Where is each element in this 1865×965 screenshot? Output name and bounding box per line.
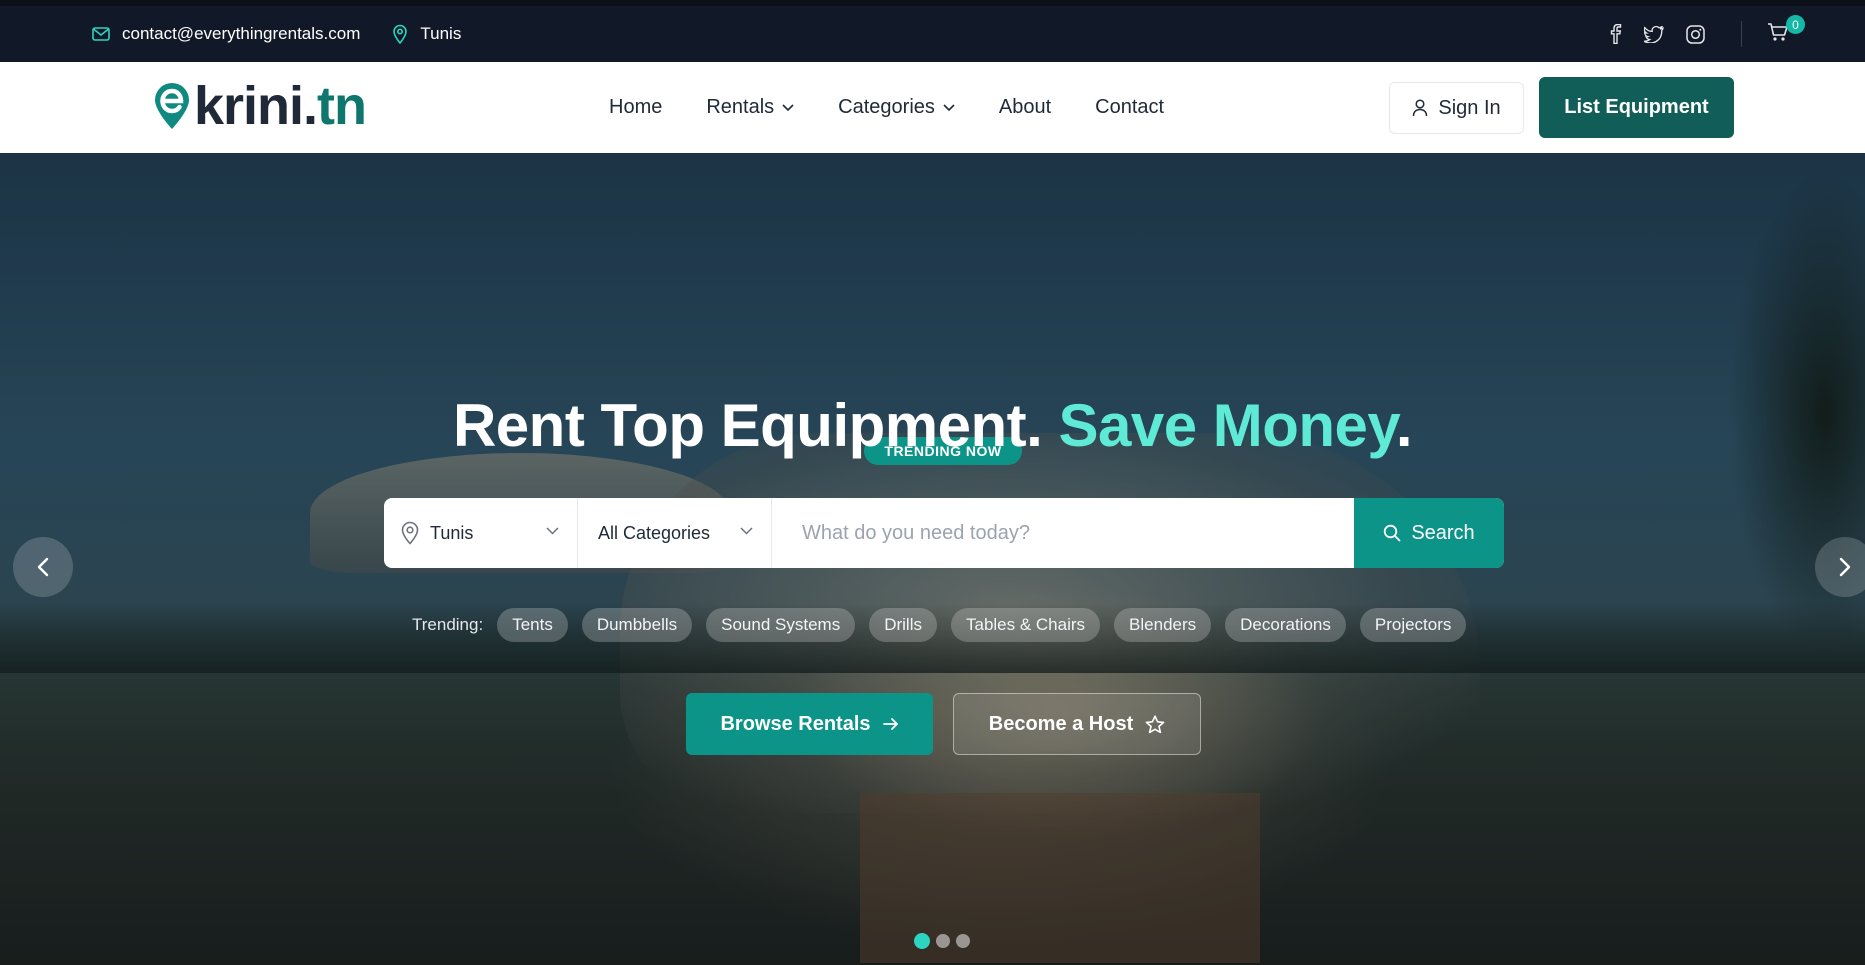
list-equipment-label: List Equipment: [1564, 96, 1709, 118]
sign-in-button[interactable]: Sign In: [1389, 82, 1524, 134]
chevron-down-icon: [782, 103, 794, 111]
primary-nav: Home Rentals Categories About Contact: [609, 62, 1164, 153]
instagram-icon[interactable]: [1686, 24, 1705, 44]
location-info: Tunis: [392, 24, 461, 44]
trending-chip[interactable]: Drills: [869, 608, 937, 642]
star-icon: [1145, 714, 1165, 733]
browse-rentals-button[interactable]: Browse Rentals: [686, 693, 933, 755]
carousel-dot-1[interactable]: [914, 933, 930, 949]
nav-contact-label: Contact: [1095, 96, 1165, 118]
user-icon: [1413, 99, 1428, 117]
trending-chip[interactable]: Blenders: [1114, 608, 1212, 642]
sign-in-label: Sign In: [1438, 96, 1501, 119]
trending-tags: Trending: Tents Dumbbells Sound Systems …: [412, 608, 1467, 642]
list-equipment-button[interactable]: List Equipment: [1539, 77, 1734, 138]
become-host-label: Become a Host: [988, 712, 1134, 735]
nav-rentals-label: Rentals: [706, 96, 775, 118]
main-navbar: krini. tn Home Rentals Categories About C…: [0, 62, 1865, 153]
nav-home-label: Home: [609, 96, 663, 118]
logo-tld: tn: [317, 76, 367, 136]
nav-contact[interactable]: Contact: [1095, 96, 1164, 119]
twitter-icon[interactable]: [1644, 25, 1664, 43]
nav-rentals[interactable]: Rentals: [706, 96, 794, 119]
mail-icon: [92, 27, 110, 41]
chevron-down-icon: [943, 103, 955, 111]
hero-section: TRENDING NOW Rent Top Equipment. Save Mo…: [0, 153, 1865, 965]
headline-part1: Rent Top Equipment.: [452, 392, 1059, 459]
hero-search-bar: Tunis All Categories Search: [384, 498, 1504, 568]
topbar-contact-group: contact@everythingrentals.com Tunis: [92, 6, 1865, 62]
cart-count-badge: 0: [1786, 15, 1805, 34]
headline-end: .: [1395, 392, 1413, 459]
nav-about[interactable]: About: [999, 96, 1051, 119]
facebook-icon[interactable]: [1610, 24, 1622, 44]
location-select[interactable]: Tunis: [384, 498, 578, 568]
nav-categories-label: Categories: [838, 96, 935, 118]
logo-pin-e-icon: [155, 83, 189, 129]
search-button[interactable]: Search: [1354, 498, 1504, 568]
carousel-dot-3[interactable]: [956, 934, 970, 948]
carousel-prev-button[interactable]: [13, 537, 73, 597]
location-select-value: Tunis: [430, 522, 474, 543]
trending-chip[interactable]: Tents: [497, 608, 568, 642]
nav-home[interactable]: Home: [609, 96, 662, 119]
search-input[interactable]: [772, 498, 1354, 568]
trending-chip[interactable]: Sound Systems: [706, 608, 856, 642]
arrow-right-icon: [882, 718, 898, 730]
trending-chip[interactable]: Projectors: [1359, 608, 1467, 642]
category-select-value: All Categories: [598, 522, 711, 543]
chevron-right-icon: [1839, 557, 1851, 577]
chevron-down-icon: [546, 527, 559, 535]
category-select[interactable]: All Categories: [578, 498, 772, 568]
social-links: [1610, 6, 1705, 62]
map-pin-icon: [401, 521, 419, 545]
trending-label: Trending:: [412, 615, 484, 634]
nav-about-label: About: [998, 96, 1052, 118]
chevron-down-icon: [740, 527, 753, 535]
site-logo[interactable]: krini. tn: [152, 76, 367, 136]
hero-headline: Rent Top Equipment. Save Money.: [0, 390, 1865, 462]
browse-rentals-label: Browse Rentals: [720, 712, 871, 735]
map-pin-icon: [393, 24, 408, 44]
topbar-divider: [1741, 21, 1742, 47]
email-text: contact@everythingrentals.com: [122, 24, 361, 43]
trending-chip[interactable]: Decorations: [1225, 608, 1346, 642]
logo-text: krini.: [194, 76, 318, 136]
top-utility-bar: contact@everythingrentals.com Tunis 0: [0, 0, 1865, 62]
email-link[interactable]: contact@everythingrentals.com: [92, 24, 360, 44]
become-host-button[interactable]: Become a Host: [953, 693, 1201, 755]
search-button-label: Search: [1411, 521, 1475, 544]
headline-accent: Save Money: [1058, 392, 1396, 459]
trending-chip[interactable]: Tables & Chairs: [950, 608, 1101, 642]
cart-button[interactable]: 0: [1767, 15, 1805, 48]
carousel-dot-2[interactable]: [936, 934, 950, 948]
search-icon: [1384, 524, 1401, 542]
location-text: Tunis: [420, 24, 462, 43]
chevron-left-icon: [37, 557, 49, 577]
trending-chip[interactable]: Dumbbells: [581, 608, 693, 642]
carousel-dots: [914, 933, 970, 949]
nav-categories[interactable]: Categories: [838, 96, 955, 119]
